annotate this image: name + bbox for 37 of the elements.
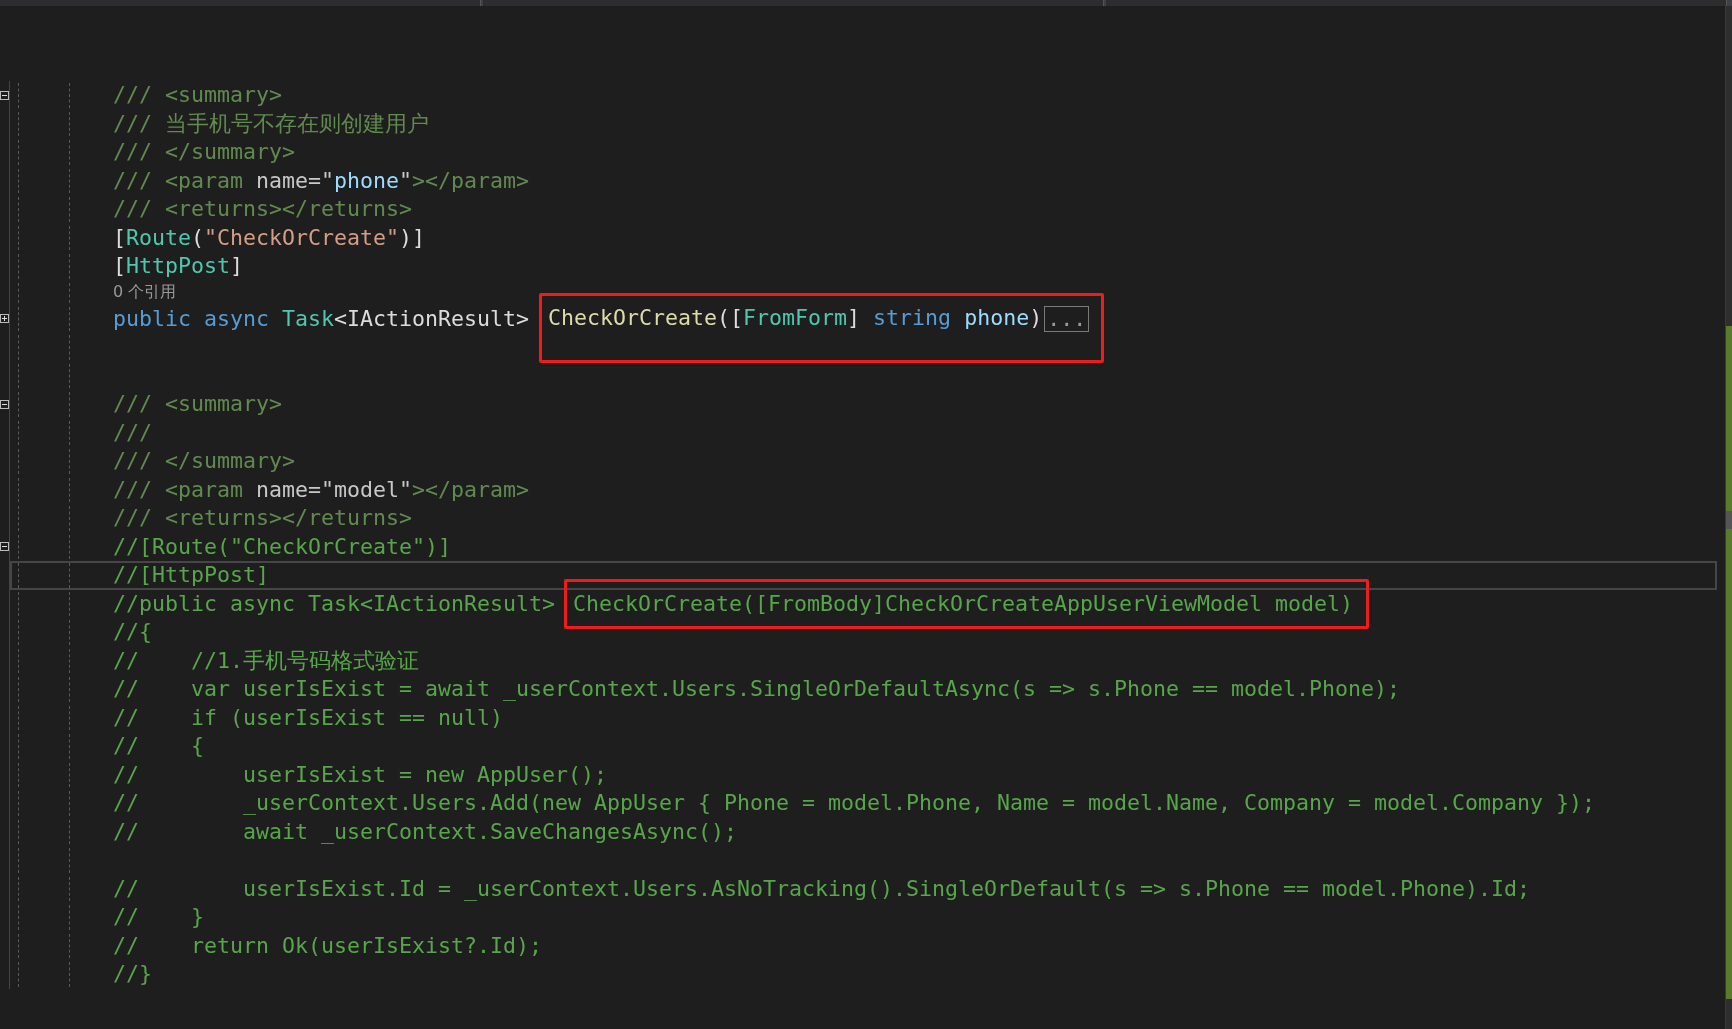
code-line: //[Route("CheckOrCreate")]: [113, 534, 451, 559]
code-line: // var userIsExist = await _userContext.Users.SingleOrDefaultAsync(s => s.Phone == model.Phone);: [113, 677, 1401, 702]
code-line: //[HttpPost]: [113, 563, 269, 588]
code-line: [Route("CheckOrCreate")]: [113, 225, 426, 250]
code-line: ///: [113, 420, 152, 445]
code-text: CheckOrCreate([FromBody]CheckOrCreateAppUserViewModel model): [573, 591, 1354, 616]
code-text: CheckOrCreate([FromForm] string phone): [548, 305, 1043, 330]
code-line: //}: [113, 962, 152, 987]
code-line: // await _userContext.SaveChangesAsync();: [113, 819, 738, 844]
code-line: // {: [113, 734, 204, 759]
code-line: /// <summary>: [113, 392, 282, 417]
code-line: /// <summary>: [113, 83, 282, 108]
code-line: /// </summary>: [113, 140, 295, 165]
reference-count-link[interactable]: 0 个引用: [113, 280, 177, 305]
code-line: // userIsExist = new AppUser();: [113, 762, 608, 787]
code-line: [HttpPost]: [113, 254, 244, 279]
code-line: // return Ok(userIsExist?.Id);: [113, 933, 543, 958]
code-line: // _userContext.Users.Add(new AppUser { Phone = model.Phone, Name = model.Name, Company = model.Company });: [113, 791, 1596, 816]
code-line: //public async Task<IActionResult>: [113, 591, 557, 616]
collapse-icon[interactable]: [0, 542, 9, 552]
code-line: /// <param name="phone"></param>: [113, 168, 530, 193]
code-line: /// 当手机号不存在则创建用户: [113, 111, 429, 136]
code-line: // }: [113, 905, 204, 930]
collapsed-code-button[interactable]: ...: [1044, 305, 1090, 332]
code-line: // //1.手机号码格式验证: [113, 648, 419, 673]
code-line: // if (userIsExist == null): [113, 705, 504, 730]
code-line: public async Task<IActionResult>: [113, 306, 531, 331]
collapse-icon[interactable]: [0, 90, 9, 100]
expand-icon[interactable]: [0, 314, 9, 324]
code-line: /// </summary>: [113, 449, 295, 474]
scrollbar[interactable]: [1725, 6, 1732, 1029]
code-line: /// <param name="model"></param>: [113, 477, 530, 502]
code-line: /// <returns></returns>: [113, 197, 412, 222]
collapse-icon[interactable]: [0, 399, 9, 409]
code-line: // userIsExist.Id = _userContext.Users.AsNoTracking().SingleOrDefault(s => s.Phone == model.Phone).Id;: [113, 876, 1531, 901]
code-line: //{: [113, 620, 152, 645]
code-line: /// <returns></returns>: [113, 506, 412, 531]
